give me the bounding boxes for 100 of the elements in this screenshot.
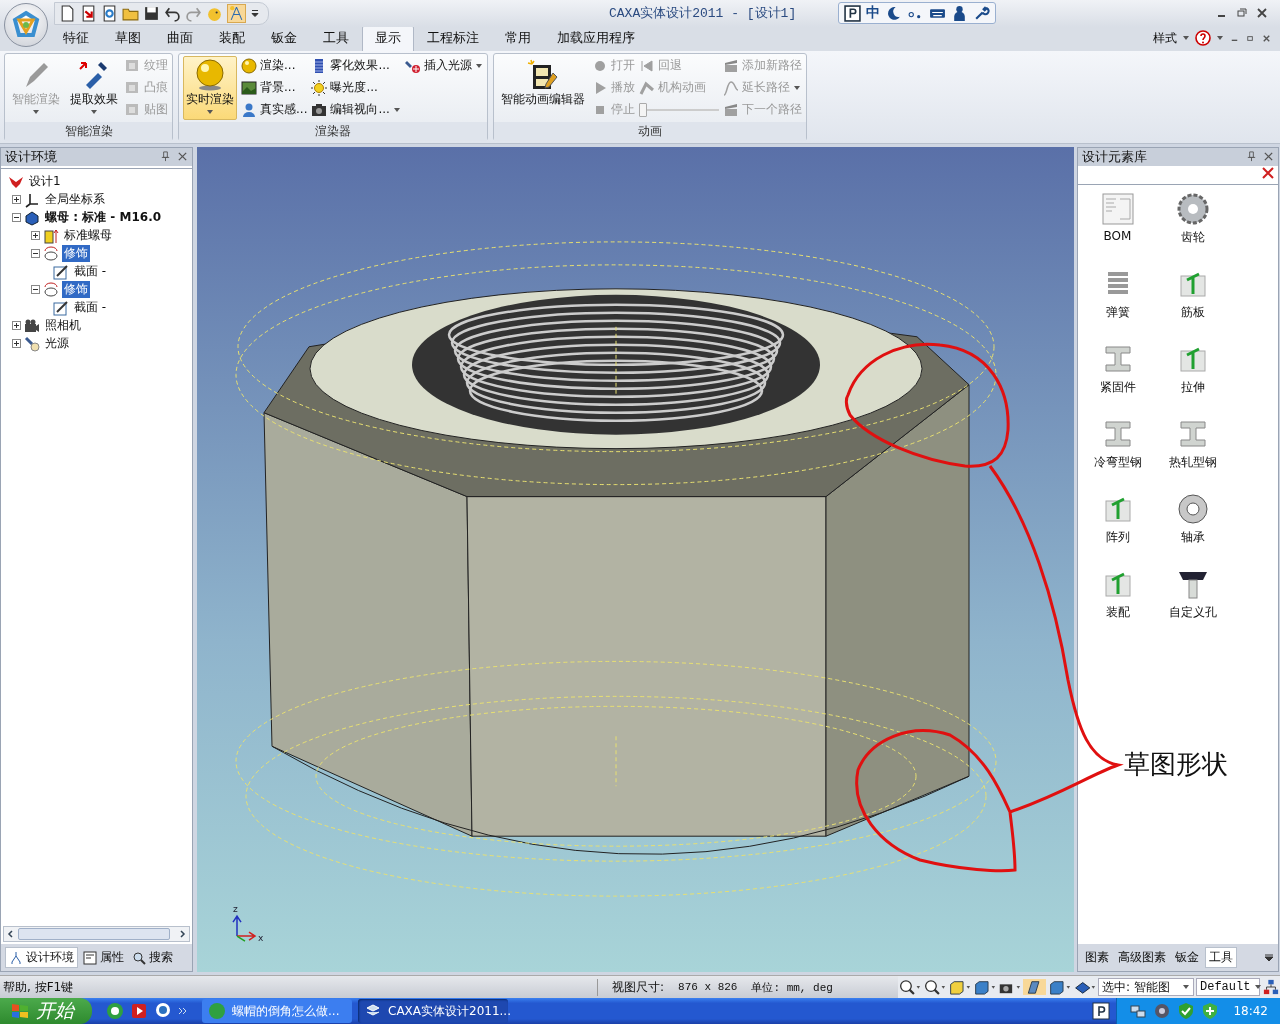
library-item[interactable]: BOM bbox=[1080, 188, 1155, 264]
expander-icon[interactable] bbox=[31, 231, 40, 241]
panel-tab[interactable]: 图素 bbox=[1082, 948, 1112, 967]
panel-tab[interactable]: 高级图素 bbox=[1115, 948, 1169, 967]
ribbon-button[interactable]: 背景... bbox=[241, 77, 308, 98]
new-file-icon[interactable] bbox=[59, 5, 76, 22]
close-icon[interactable] bbox=[1263, 151, 1274, 163]
decoration-icon bbox=[43, 281, 59, 298]
tree-item[interactable]: 标准螺母 bbox=[62, 227, 114, 245]
tree-item[interactable]: 光源 bbox=[43, 335, 71, 353]
ribbon-button[interactable]: 雾化效果... bbox=[311, 55, 401, 76]
panel-tab[interactable]: 属性 bbox=[80, 948, 127, 967]
taskbar-button[interactable]: CAXA实体设计2011... bbox=[358, 999, 508, 1023]
library-item[interactable]: 筋板 bbox=[1155, 263, 1230, 339]
cube-icon[interactable] bbox=[1048, 979, 1071, 995]
ribbon-button[interactable]: 曝光度... bbox=[311, 77, 401, 98]
cube-icon[interactable] bbox=[948, 979, 971, 995]
pin-icon[interactable] bbox=[160, 151, 171, 163]
shield-icon[interactable] bbox=[1201, 1002, 1220, 1020]
tree-item[interactable]: 照相机 bbox=[43, 317, 83, 335]
close-icon[interactable] bbox=[1256, 7, 1268, 20]
group-title: 动画 bbox=[493, 121, 806, 141]
ribbon-tab[interactable]: 草图 bbox=[102, 24, 154, 51]
library-item[interactable]: 齿轮 bbox=[1155, 188, 1230, 264]
ribbon-tab[interactable]: 特征 bbox=[50, 24, 102, 51]
close-icon[interactable] bbox=[177, 151, 188, 163]
tree-item[interactable]: 截面 - bbox=[72, 263, 109, 281]
tree-item[interactable]: 全局坐标系 bbox=[43, 191, 107, 209]
ribbon-tab[interactable]: 装配 bbox=[206, 24, 258, 51]
help-icon[interactable] bbox=[1195, 30, 1211, 47]
status-label: 视图尺寸: bbox=[612, 978, 665, 996]
ribbon-tab[interactable]: 钣金 bbox=[258, 24, 310, 51]
speaker-icon[interactable] bbox=[1153, 1002, 1172, 1020]
library-item[interactable]: 弹簧 bbox=[1080, 263, 1155, 339]
expander-icon[interactable] bbox=[31, 285, 40, 295]
tree-item[interactable]: 修饰 bbox=[62, 281, 90, 299]
pin-icon[interactable] bbox=[1246, 151, 1257, 163]
app-menu-button[interactable] bbox=[4, 3, 48, 47]
tree-item[interactable]: 截面 - bbox=[72, 299, 109, 317]
media-player-icon[interactable] bbox=[130, 1002, 148, 1020]
caret-icon bbox=[32, 107, 40, 116]
browser-icon[interactable] bbox=[106, 1002, 124, 1020]
ime-logo-icon[interactable] bbox=[844, 5, 862, 22]
library-item[interactable]: 热轧型钢 bbox=[1155, 413, 1230, 489]
chat-bubble-icon[interactable] bbox=[154, 1002, 172, 1020]
tree-item[interactable]: 修饰 bbox=[62, 245, 90, 263]
style-dropdown[interactable]: Default bbox=[1196, 978, 1260, 996]
expander-icon[interactable] bbox=[12, 195, 21, 205]
panel-tab[interactable]: 工具 bbox=[1205, 947, 1237, 968]
network-icon[interactable] bbox=[1129, 1002, 1148, 1020]
selection-filter-dropdown[interactable]: 选中: 智能图 bbox=[1098, 978, 1194, 996]
wrench-icon[interactable] bbox=[973, 5, 991, 22]
ribbon-button[interactable]: 提取效果 bbox=[67, 55, 121, 120]
prism-icon[interactable] bbox=[1023, 979, 1046, 995]
horizontal-scrollbar[interactable] bbox=[3, 926, 190, 942]
library-item[interactable]: 自定义孔 bbox=[1155, 563, 1230, 639]
restore-icon[interactable] bbox=[1236, 7, 1248, 20]
save-icon[interactable] bbox=[143, 5, 160, 22]
library-item[interactable]: 拉伸 bbox=[1155, 338, 1230, 414]
ribbon-tab[interactable]: 曲面 bbox=[154, 24, 206, 51]
style-menu[interactable]: 样式 bbox=[1153, 29, 1177, 47]
start-button[interactable]: 开始 bbox=[0, 998, 92, 1024]
ribbon-button[interactable]: 编辑视向... bbox=[311, 99, 401, 120]
scroll-left-icon[interactable] bbox=[6, 929, 16, 939]
panel-tab[interactable]: 设计环境 bbox=[5, 947, 78, 968]
taskbar-button[interactable]: 螺帽的倒角怎么做... bbox=[202, 999, 352, 1023]
scroll-right-icon[interactable] bbox=[177, 929, 187, 939]
ribbon-button[interactable]: 实时渲染 bbox=[183, 55, 237, 120]
library-item[interactable]: 轴承 bbox=[1155, 488, 1230, 564]
cube-icon[interactable] bbox=[973, 979, 996, 995]
ribbon-button[interactable]: 智能动画编辑器 bbox=[497, 55, 588, 120]
zoom-icon[interactable] bbox=[898, 979, 921, 995]
expander-icon[interactable] bbox=[12, 213, 21, 223]
ribbon-tab[interactable]: 加载应用程序 bbox=[544, 24, 648, 51]
document-icon[interactable] bbox=[101, 5, 118, 22]
panel-tab[interactable]: 钣金 bbox=[1172, 948, 1202, 967]
tree-item[interactable]: 设计1 bbox=[27, 173, 63, 191]
expander-icon[interactable] bbox=[12, 339, 21, 349]
ribbon-button[interactable]: 插入光源 bbox=[404, 55, 483, 76]
ribbon-button[interactable]: 渲染... bbox=[241, 55, 308, 76]
tree-item[interactable]: 螺母 : 标准 - M16.0 bbox=[43, 209, 164, 227]
expander-icon[interactable] bbox=[31, 249, 40, 259]
chevron-icon[interactable] bbox=[178, 1006, 188, 1016]
input-mode-toggle[interactable]: 中 bbox=[866, 4, 881, 23]
document-icon[interactable] bbox=[80, 5, 97, 22]
zoom-icon[interactable] bbox=[923, 979, 946, 995]
ribbon-button[interactable]: 真实感... bbox=[241, 99, 308, 120]
ribbon-tab[interactable]: 工程标注 bbox=[414, 24, 492, 51]
expander-icon[interactable] bbox=[12, 321, 21, 331]
clapper-icon bbox=[722, 101, 739, 118]
shield-icon[interactable] bbox=[1177, 1002, 1196, 1020]
panel-tab[interactable]: 搜索 bbox=[129, 948, 176, 967]
undo-icon[interactable] bbox=[164, 5, 181, 22]
caret-icon[interactable] bbox=[1264, 952, 1274, 963]
sun-icon bbox=[311, 79, 328, 96]
ribbon-tab[interactable]: 工具 bbox=[310, 24, 362, 51]
hierarchy-icon[interactable] bbox=[1262, 979, 1280, 995]
ime-logo-icon[interactable] bbox=[1092, 1002, 1111, 1020]
ribbon-tab[interactable]: 常用 bbox=[492, 24, 544, 51]
close-icon[interactable] bbox=[1261, 165, 1275, 180]
